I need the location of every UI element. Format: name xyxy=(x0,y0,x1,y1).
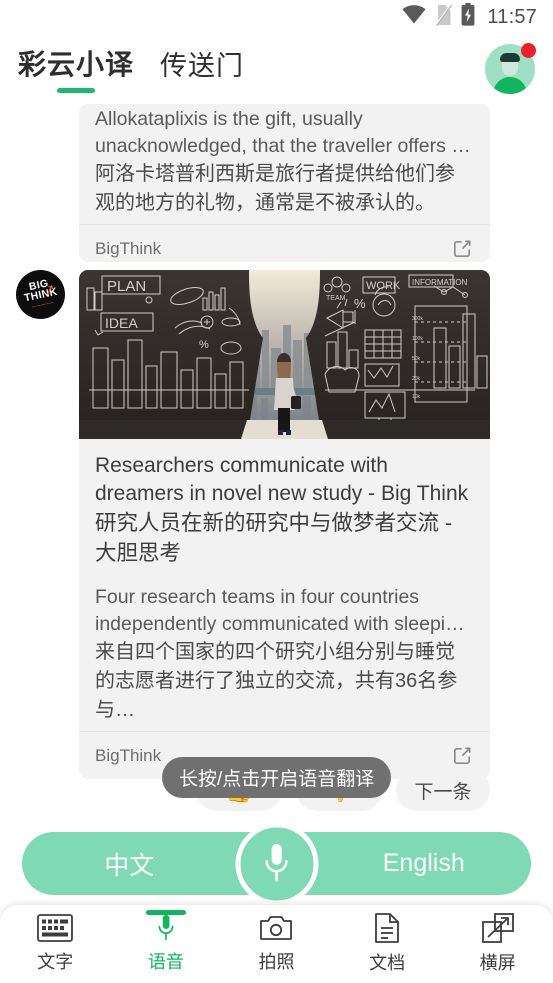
article-source-name: BigThink xyxy=(95,745,162,765)
target-language-label: English xyxy=(382,849,465,877)
tab-caiyun-translate[interactable]: 彩云小译 xyxy=(18,43,134,95)
nav-item-text[interactable]: 文字 xyxy=(0,914,111,974)
nav-item-voice-label: 语音 xyxy=(147,952,184,972)
tab-active-indicator xyxy=(57,88,95,93)
nav-item-voice[interactable]: 语音 xyxy=(111,910,222,974)
svg-text:TEAM: TEAM xyxy=(326,295,346,302)
article-hero-image: PLAN IDEA % WORK TEAM INFORMATION % 300k… xyxy=(79,270,490,439)
wifi-icon xyxy=(402,5,426,29)
language-bar: 中文 English xyxy=(22,822,531,905)
nav-item-landscape[interactable]: 横屏 xyxy=(442,913,553,975)
svg-text:50k: 50k xyxy=(412,356,421,362)
nav-item-document[interactable]: 文档 xyxy=(332,913,443,975)
svg-text:PLAN: PLAN xyxy=(107,278,146,295)
app-screen: 11:57 彩云小译 传送门 Allokataplixis is the gif… xyxy=(0,0,553,983)
translation-feed[interactable]: Allokataplixis is the gift, usually unac… xyxy=(0,104,553,823)
svg-text:20k: 20k xyxy=(412,376,421,382)
article-body-zh: 来自四个国家的四个研究小组分别与睡觉的志愿者进行了独立的交流，共有36名参与… xyxy=(95,641,458,721)
nav-item-landscape-label: 横屏 xyxy=(479,953,516,973)
svg-text:%: % xyxy=(354,296,366,311)
microphone-record-button[interactable] xyxy=(235,822,318,905)
status-time: 11:57 xyxy=(487,5,537,28)
status-bar: 11:57 xyxy=(0,0,553,34)
svg-text:%: % xyxy=(199,339,209,351)
card-footer: BigThink xyxy=(79,224,490,262)
camera-icon xyxy=(260,916,293,940)
svg-text:100k: 100k xyxy=(412,336,423,342)
avatar-body xyxy=(493,77,527,94)
nav-item-photo-label: 拍照 xyxy=(258,952,295,972)
avatar-hair xyxy=(500,53,520,62)
bottom-navigation: 文字 语音 拍照 文档 横屏 xyxy=(0,905,553,983)
voice-translate-tooltip: 长按/点击开启语音翻译 xyxy=(162,757,392,798)
notification-badge-dot xyxy=(521,43,536,58)
no-sim-icon xyxy=(435,3,453,31)
tab-portal[interactable]: 传送门 xyxy=(160,44,244,95)
share-icon[interactable] xyxy=(451,744,474,767)
card-text-block: Allokataplixis is the gift, usually unac… xyxy=(79,104,490,218)
feed-card-article[interactable]: PLAN IDEA % WORK TEAM INFORMATION % 300k… xyxy=(79,270,490,779)
app-bar: 彩云小译 传送门 xyxy=(0,34,553,104)
battery-charging-icon xyxy=(461,3,475,31)
microphone-icon xyxy=(265,843,288,882)
next-article-label: 下一条 xyxy=(414,781,472,803)
tab-bar: 彩云小译 传送门 xyxy=(18,43,485,95)
keyboard-icon xyxy=(37,914,74,942)
article-title-zh: 研究人员在新的研究中与做梦者交流 - 大胆思考 xyxy=(95,511,453,565)
svg-text:10k: 10k xyxy=(412,394,421,400)
tab-caiyun-translate-label: 彩云小译 xyxy=(18,49,135,80)
nav-item-text-label: 文字 xyxy=(37,952,74,972)
landscape-rotate-icon xyxy=(481,913,514,943)
card-translated-text: 阿洛卡塔普利西斯是旅行者提供给他们参观的地方的礼物，通常是不被承认的。 xyxy=(95,163,455,214)
card-source-text: Allokataplixis is the gift, usually unac… xyxy=(95,108,471,157)
nav-active-indicator xyxy=(145,910,186,915)
source-language-label: 中文 xyxy=(104,851,155,880)
svg-text:WORK: WORK xyxy=(366,280,401,292)
bigthink-logo: BIG THINK ————— ➚ xyxy=(16,270,65,319)
article-title-en: Researchers communicate with dreamers in… xyxy=(95,454,469,505)
document-icon xyxy=(375,913,399,943)
svg-text:INFORMATION: INFORMATION xyxy=(412,278,468,287)
tab-portal-label: 传送门 xyxy=(160,51,245,81)
svg-text:300k: 300k xyxy=(412,316,423,322)
article-text-block: Researchers communicate with dreamers in… xyxy=(79,439,490,725)
share-icon[interactable] xyxy=(451,237,474,260)
nav-item-photo[interactable]: 拍照 xyxy=(221,914,332,974)
card-source-name: BigThink xyxy=(95,238,162,258)
feed-card-previous[interactable]: Allokataplixis is the gift, usually unac… xyxy=(79,104,490,262)
microphone-icon xyxy=(158,914,174,941)
article-body-en: Four research teams in four countries in… xyxy=(95,586,465,635)
next-article-button[interactable]: 下一条 xyxy=(396,769,490,811)
nav-item-document-label: 文档 xyxy=(369,953,406,973)
svg-text:IDEA: IDEA xyxy=(105,315,138,331)
avatar-button[interactable] xyxy=(485,43,536,94)
